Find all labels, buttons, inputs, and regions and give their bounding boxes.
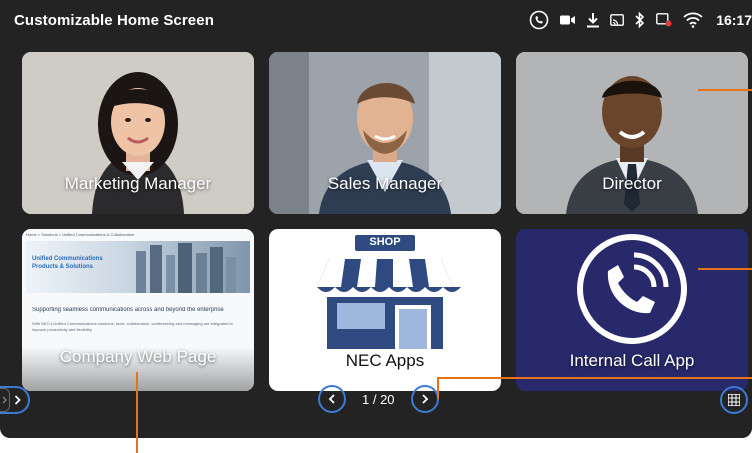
wifi-icon xyxy=(683,12,703,28)
tile-label: Sales Manager xyxy=(327,174,443,193)
tile-director[interactable]: Director xyxy=(516,52,748,214)
status-icons: 16:17 xyxy=(529,10,752,30)
chevron-right-icon xyxy=(421,394,428,404)
bluetooth-icon xyxy=(635,12,645,28)
breadcrumb: Home > Solutions > Unified Communication… xyxy=(26,232,135,237)
grid-icon xyxy=(728,394,740,406)
previous-page-button[interactable] xyxy=(318,385,346,413)
webpage-banner: Unified Communications Products & Soluti… xyxy=(26,241,250,293)
cast-icon xyxy=(610,14,625,26)
webpage-body: With NEC's Unified Communications soluti… xyxy=(32,321,233,332)
tile-company-web-page[interactable]: Home > Solutions > Unified Communication… xyxy=(22,229,254,391)
callout-line xyxy=(437,377,439,399)
tile-label: Internal Call App xyxy=(569,351,695,370)
tile-label: NEC Apps xyxy=(345,351,425,370)
app-grid-button[interactable] xyxy=(720,386,748,414)
page-title: Customizable Home Screen xyxy=(14,11,214,29)
video-camera-icon xyxy=(560,14,576,26)
callout-line xyxy=(437,377,752,379)
chevron-right-icon xyxy=(14,395,21,405)
callout-line xyxy=(698,89,752,91)
next-page-button[interactable] xyxy=(410,385,439,413)
banner-title: Unified Communications Products & Soluti… xyxy=(32,256,103,270)
tile-nec-apps[interactable]: SHOP NEC Apps xyxy=(269,229,501,391)
tile-marketing-manager[interactable]: Marketing Manager xyxy=(22,52,254,214)
status-bar: Customizable Home Screen 16:17 xyxy=(0,0,752,40)
chevron-left-edge-icon xyxy=(0,388,10,412)
webpage-headline: Supporting seamless communications acros… xyxy=(32,307,224,313)
shop-sign: SHOP xyxy=(369,236,401,248)
tile-label: Director xyxy=(602,174,662,193)
callout-line xyxy=(136,372,138,453)
pagination: 1 / 20 xyxy=(318,384,439,414)
home-screen: Customizable Home Screen 16:17 Marketing… xyxy=(0,0,752,438)
chevron-left-icon xyxy=(328,394,335,404)
phone-call-icon xyxy=(529,10,549,30)
tile-internal-call-app[interactable]: Internal Call App xyxy=(516,229,748,391)
tile-sales-manager[interactable]: Sales Manager xyxy=(269,52,501,214)
callout-line xyxy=(698,268,752,270)
page-indicator: 1 / 20 xyxy=(362,391,395,407)
tile-label: Company Web Page xyxy=(59,347,217,366)
tile-label: Marketing Manager xyxy=(64,174,212,193)
battery-alert-icon xyxy=(656,13,672,27)
status-clock: 16:17 xyxy=(716,12,752,28)
download-icon xyxy=(587,12,600,28)
